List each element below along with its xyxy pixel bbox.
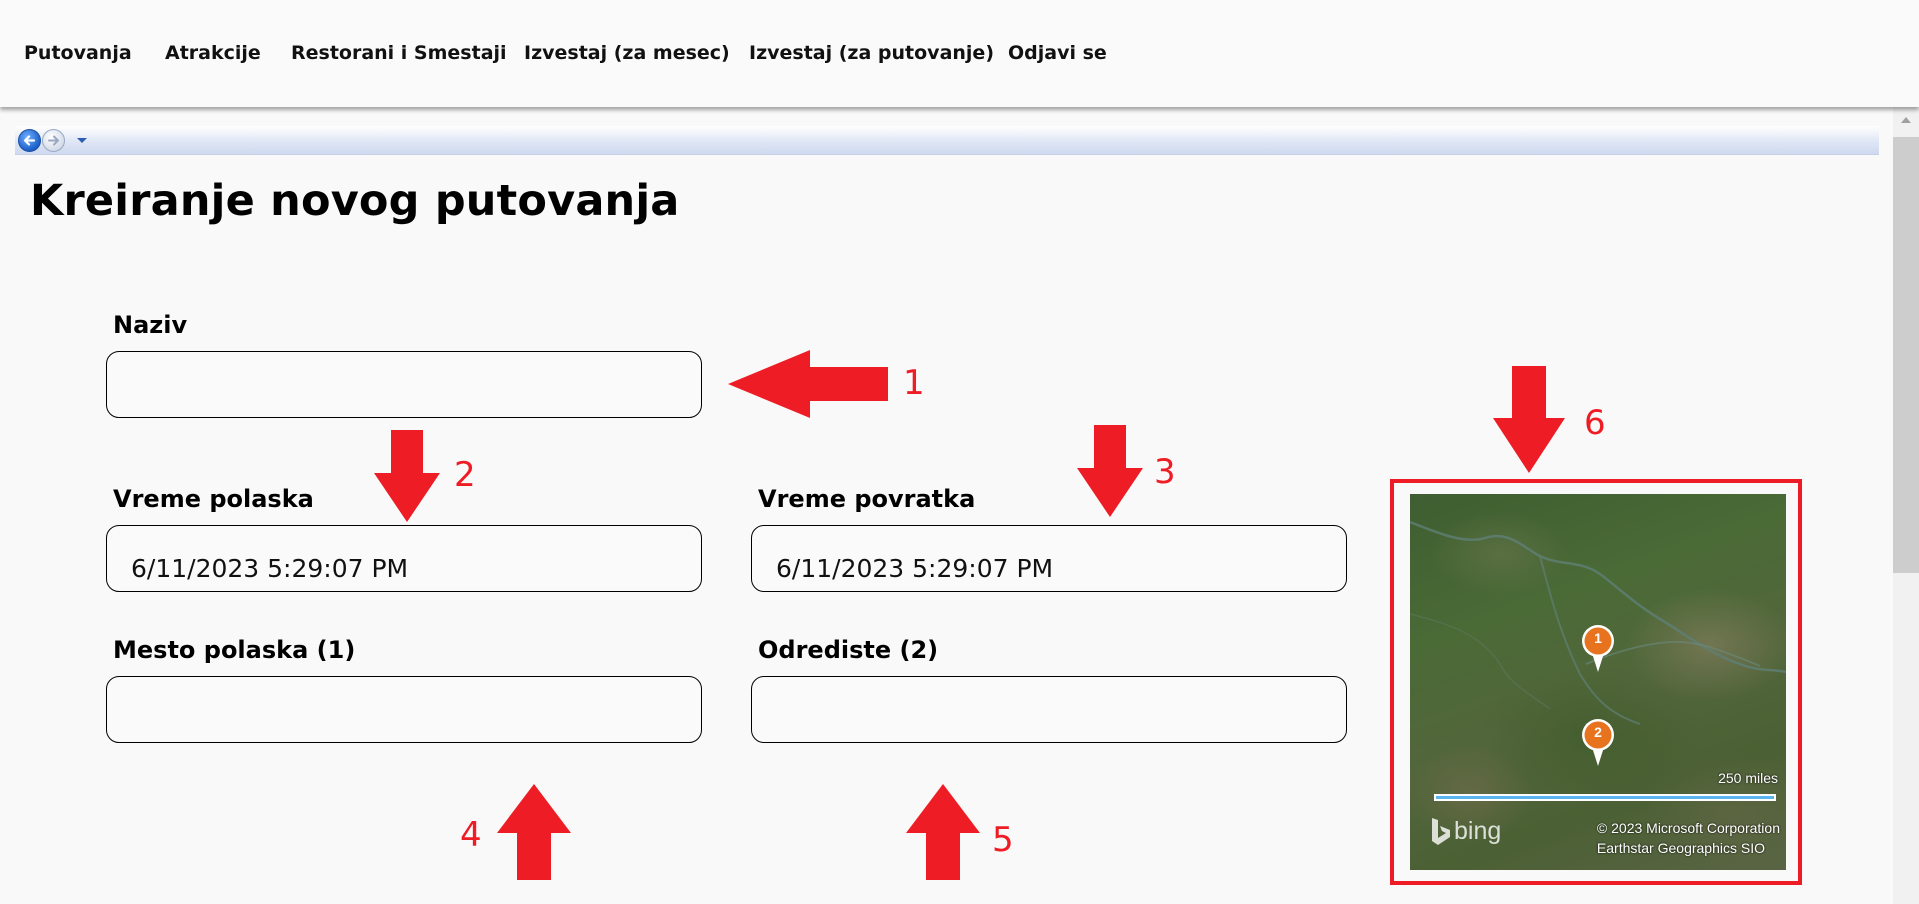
nav-item-putovanja[interactable]: Putovanja — [24, 42, 132, 64]
vertical-scrollbar[interactable] — [1893, 107, 1919, 904]
annotation-arrow-1 — [728, 350, 888, 418]
forward-button[interactable] — [42, 129, 65, 152]
map-scale-label: 250 miles — [1718, 770, 1778, 786]
map-pin-1-label: 1 — [1594, 630, 1602, 646]
top-navigation: Putovanja Atrakcije Restorani i Smestaji… — [0, 0, 1919, 107]
annotation-number-5: 5 — [992, 820, 1014, 860]
map-rivers — [1410, 520, 1786, 725]
chevron-down-icon[interactable] — [77, 138, 87, 143]
scrollbar-thumb[interactable] — [1893, 137, 1919, 573]
naziv-label: Naziv — [113, 311, 188, 339]
arrow-left-icon — [23, 135, 36, 146]
nav-item-atrakcije[interactable]: Atrakcije — [165, 42, 261, 64]
mesto-polaska-label: Mesto polaska (1) — [113, 636, 356, 664]
arrow-right-icon — [48, 135, 59, 146]
annotation-number-4: 4 — [460, 815, 482, 855]
annotation-number-2: 2 — [454, 455, 476, 495]
mesto-polaska-input[interactable] — [106, 676, 702, 743]
nav-item-izvestaj-za-mesec[interactable]: Izvestaj (za mesec) — [524, 42, 730, 64]
nav-item-restorani-i-smestaji[interactable]: Restorani i Smestaji — [291, 42, 507, 64]
annotation-arrow-6 — [1493, 366, 1565, 473]
bing-logo-text: bing — [1454, 817, 1502, 845]
scroll-up-icon[interactable] — [1901, 117, 1911, 123]
map-scale-bar — [1434, 794, 1776, 801]
annotation-number-3: 3 — [1154, 452, 1176, 492]
naziv-input[interactable] — [106, 351, 702, 418]
vreme-povratka-input[interactable]: 6/11/2023 5:29:07 PM — [751, 525, 1347, 592]
vreme-polaska-label: Vreme polaska — [113, 485, 314, 513]
map-pin-1[interactable]: 1 — [1581, 624, 1615, 674]
nav-item-izvestaj-za-putovanje[interactable]: Izvestaj (za putovanje) — [749, 42, 994, 64]
nav-item-odjavi-se[interactable]: Odjavi se — [1008, 42, 1107, 64]
annotation-arrow-4 — [497, 784, 571, 880]
annotation-arrow-3 — [1077, 425, 1143, 517]
bing-logo-icon — [1432, 818, 1450, 845]
map-view[interactable]: 1 2 250 miles bing © 2023 Microsoft Corp… — [1410, 494, 1786, 870]
map-pin-2-label: 2 — [1594, 724, 1602, 740]
annotation-arrow-2 — [374, 430, 440, 522]
annotation-number-1: 1 — [903, 363, 925, 403]
annotation-arrow-5 — [906, 784, 980, 880]
browser-navigation-bar — [15, 126, 1879, 155]
odrediste-input[interactable] — [751, 676, 1347, 743]
bing-logo: bing — [1430, 817, 1510, 847]
back-button[interactable] — [18, 129, 41, 152]
map-pin-2[interactable]: 2 — [1581, 718, 1615, 768]
vreme-povratka-label: Vreme povratka — [758, 485, 976, 513]
map-copyright: © 2023 Microsoft Corporation Earthstar G… — [1597, 818, 1780, 858]
page-title: Kreiranje novog putovanja — [30, 176, 680, 226]
annotation-number-6: 6 — [1584, 403, 1606, 443]
odrediste-label: Odrediste (2) — [758, 636, 939, 664]
map-copyright-line2: Earthstar Geographics SIO — [1596, 840, 1765, 856]
map-copyright-line1: © 2023 Microsoft Corporation — [1596, 820, 1780, 836]
vreme-polaska-input[interactable]: 6/11/2023 5:29:07 PM — [106, 525, 702, 592]
